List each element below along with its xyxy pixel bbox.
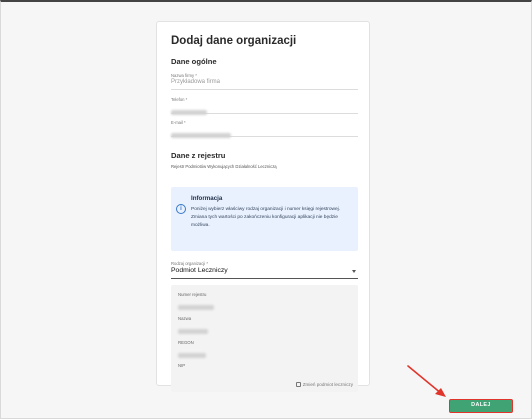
name-item: Nazwa [178, 316, 208, 339]
info-title: Informacja [191, 195, 223, 202]
nip-label: NIP [178, 363, 186, 368]
name-label: Nazwa [178, 316, 192, 321]
org-type-select[interactable]: Rodzaj organizacji * Podmiot Leczniczy [171, 261, 358, 279]
next-button[interactable]: DALEJ [449, 399, 513, 413]
change-provider-button[interactable]: Zmień podmiot leczniczy [295, 382, 353, 387]
registry-name: Rejestr Podmiotów Wykonujących Działalno… [171, 164, 277, 169]
regon-label: REGON [178, 340, 194, 345]
email-value-redacted [171, 133, 231, 138]
company-name-placeholder: Przykładowa firma [171, 79, 221, 85]
info-text: Poniżej wybierz właściwy rodzaj organiza… [191, 207, 341, 228]
company-name-label: Nazwa firmy * [171, 73, 197, 78]
email-label: E-mail * [171, 120, 186, 125]
name-value-redacted [178, 329, 208, 334]
registry-number-item: Numer rejestru [178, 292, 214, 315]
email-field[interactable]: E-mail * [171, 120, 358, 138]
org-type-value: Podmiot Leczniczy [171, 267, 228, 274]
swap-icon [295, 382, 301, 387]
registry-number-value-redacted [178, 305, 214, 310]
registry-details-panel: Numer rejestru Nazwa REGON NIP Zmień pod… [171, 285, 358, 392]
phone-value-redacted [171, 110, 207, 115]
organization-form-card: Dodaj dane organizacji Dane ogólne Nazwa… [156, 21, 370, 392]
regon-value-redacted [178, 353, 206, 358]
annotation-arrow-icon [407, 365, 446, 397]
info-alert: i Informacja Poniżej wybierz właściwy ro… [171, 187, 358, 251]
info-icon: i [176, 204, 186, 214]
change-provider-label: Zmień podmiot leczniczy [302, 382, 353, 387]
regon-item: REGON [178, 340, 206, 363]
chevron-down-icon[interactable] [352, 270, 356, 273]
company-name-field[interactable]: Nazwa firmy * Przykładowa firma [171, 73, 358, 90]
nip-item: NIP [178, 363, 185, 368]
general-section-title: Dane ogólne [171, 57, 217, 66]
phone-field[interactable]: Telefon * [171, 97, 358, 115]
phone-label: Telefon * [171, 97, 188, 102]
page-title: Dodaj dane organizacji [171, 35, 297, 47]
registry-section-title: Dane z rejestru [171, 151, 226, 160]
registry-number-label: Numer rejestru [178, 292, 207, 297]
org-type-label: Rodzaj organizacji * [171, 261, 209, 266]
